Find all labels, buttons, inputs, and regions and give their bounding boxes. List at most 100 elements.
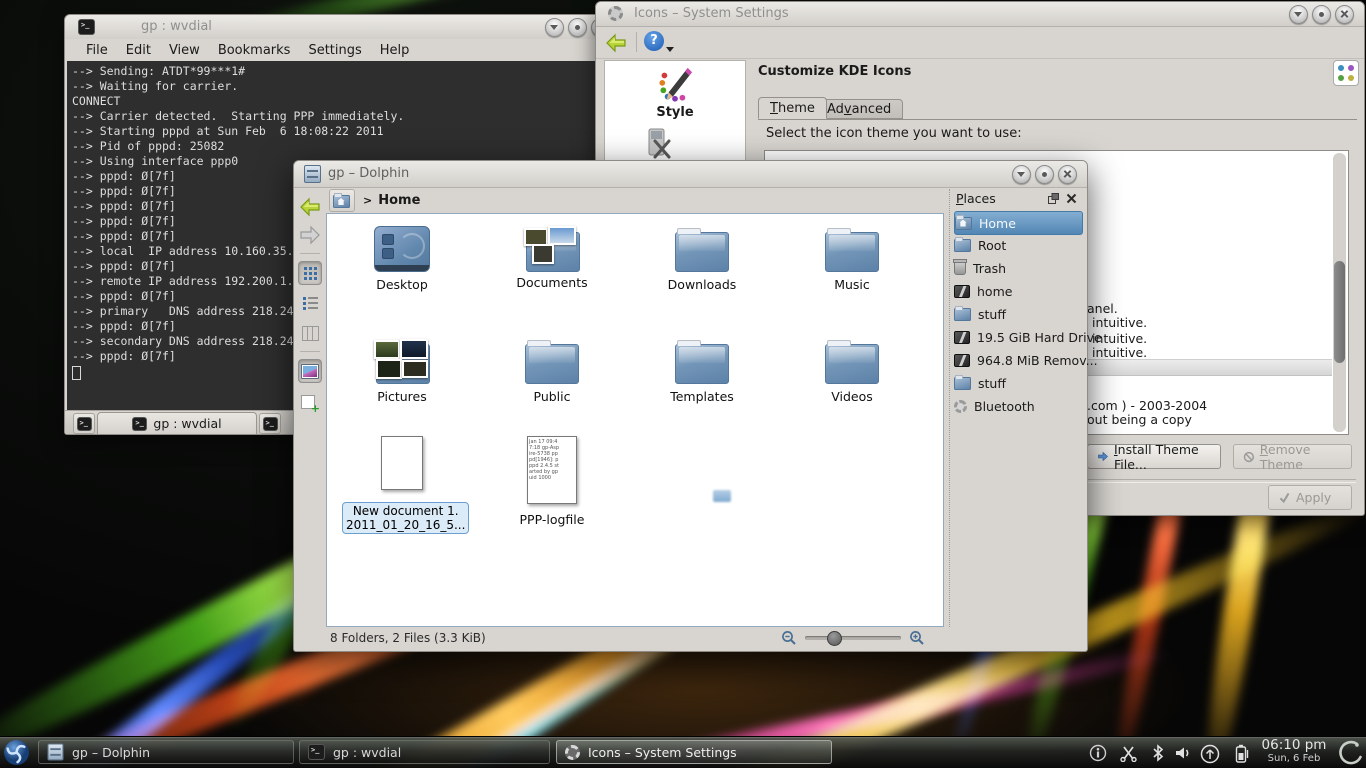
menu-bookmarks[interactable]: Bookmarks — [209, 43, 300, 58]
terminal-icon — [77, 417, 92, 431]
clipboard-scissors-tray-icon[interactable] — [1119, 744, 1137, 762]
minimize-button[interactable] — [545, 18, 564, 37]
columns-view-icon — [302, 326, 319, 341]
maximize-button[interactable] — [1312, 5, 1331, 24]
tab-theme[interactable]: Theme — [758, 97, 827, 119]
clock-date: Sun, 6 Feb — [1256, 753, 1332, 764]
sidebar-item-style[interactable]: Style — [605, 105, 745, 120]
install-arrow-icon — [1097, 449, 1109, 464]
places-item-stuff2[interactable]: stuff — [954, 372, 1083, 394]
task-dolphin[interactable]: gp – Dolphin — [38, 740, 294, 764]
terminal-titlebar[interactable]: gp : wvdial — [65, 15, 620, 40]
toolbar-separator — [300, 253, 320, 254]
dolphin-titlebar[interactable]: gp – Dolphin — [294, 161, 1087, 188]
zoom-in-icon[interactable] — [909, 630, 925, 646]
notifications-tray-icon[interactable] — [1089, 744, 1107, 762]
menu-edit[interactable]: Edit — [117, 43, 160, 58]
file-item-desktop[interactable]: Desktop — [342, 226, 462, 292]
close-button[interactable] — [1335, 5, 1354, 24]
dolphin-window: gp – Dolphin > Home — [293, 160, 1088, 652]
app-launcher-icon[interactable] — [3, 739, 30, 766]
back-arrow-icon[interactable] — [298, 195, 322, 219]
file-label: PPP-logfile — [492, 512, 612, 527]
file-item-music[interactable]: Music — [792, 226, 912, 292]
zoom-out-icon[interactable] — [781, 630, 797, 646]
menu-help[interactable]: Help — [371, 43, 419, 58]
device-notifier-tray-icon[interactable] — [1199, 744, 1221, 764]
remove-theme-button[interactable]: Remove Theme — [1233, 444, 1352, 469]
bluetooth-tray-icon[interactable] — [1150, 744, 1166, 762]
file-item-new-document[interactable]: New document 1.2011_01_20_16_5... — [342, 436, 462, 534]
clock[interactable]: 06:10 pm Sun, 6 Feb — [1256, 738, 1332, 764]
task-system-settings[interactable]: Icons – System Settings — [556, 740, 832, 764]
application-appearance-icon[interactable] — [645, 127, 675, 163]
scrollbar[interactable] — [1333, 153, 1346, 432]
file-item-downloads[interactable]: Downloads — [642, 226, 762, 292]
plasma-cashew-icon[interactable] — [1337, 740, 1363, 766]
volume-tray-icon[interactable] — [1174, 744, 1192, 762]
folder-icon — [825, 344, 879, 384]
menu-settings[interactable]: Settings — [299, 43, 370, 58]
task-wvdial[interactable]: gp : wvdial — [299, 740, 550, 764]
folder-view[interactable]: Desktop Documents Downloads Music — [326, 213, 944, 627]
file-item-templates[interactable]: Templates — [642, 338, 762, 404]
dolphin-statusbar: 8 Folders, 2 Files (3.3 KiB) — [296, 627, 1085, 649]
icons-view-button[interactable] — [298, 261, 322, 285]
file-item-documents[interactable]: Documents — [492, 226, 612, 290]
file-item-ppp-logfile[interactable]: Jan 17 09:4 7:18 gp-Asp ire-5738 pp pd[1… — [492, 436, 612, 527]
terminal-icon — [308, 744, 325, 760]
scrollbar-thumb[interactable] — [1334, 261, 1345, 363]
maximize-button[interactable] — [1035, 165, 1054, 184]
breadcrumb-home-button[interactable] — [329, 189, 355, 212]
zoom-slider-handle[interactable] — [827, 631, 842, 646]
columns-view-button[interactable] — [298, 321, 322, 345]
folder-icon — [954, 377, 971, 390]
minimize-button[interactable] — [1012, 165, 1031, 184]
places-item-root[interactable]: Root — [954, 234, 1083, 256]
terminal-tab[interactable]: gp : wvdial — [97, 412, 257, 434]
places-panel-title: Places — [956, 191, 996, 206]
menu-file[interactable]: File — [77, 43, 117, 58]
tab-list-button[interactable] — [259, 413, 281, 434]
theme-list-text-fragment: intuitive. — [1092, 345, 1147, 360]
hard-drive-icon — [954, 285, 970, 298]
back-arrow-icon[interactable] — [604, 31, 628, 55]
battery-tray-icon[interactable] — [1233, 744, 1249, 764]
close-button[interactable] — [1058, 165, 1077, 184]
places-item-bluetooth[interactable]: Bluetooth — [954, 395, 1083, 417]
settings-titlebar[interactable]: Icons – System Settings — [596, 2, 1364, 27]
details-view-icon — [303, 297, 306, 300]
zoom-slider[interactable] — [805, 636, 901, 640]
tab-advanced[interactable]: Advanced — [815, 99, 903, 119]
terminal-window-icon — [78, 19, 95, 35]
minimize-button[interactable] — [1289, 5, 1308, 24]
preview-icon — [301, 364, 319, 379]
places-item-stuff[interactable]: stuff — [954, 303, 1083, 325]
close-panel-icon[interactable] — [1066, 193, 1077, 204]
preview-button[interactable] — [298, 359, 322, 383]
places-item-home[interactable]: Home — [954, 211, 1083, 235]
split-view-button[interactable] — [298, 391, 322, 415]
places-item-hard-drive[interactable]: 19.5 GiB Hard Drive — [954, 326, 1083, 348]
apply-button[interactable]: Apply — [1268, 485, 1352, 510]
file-item-videos[interactable]: Videos — [792, 338, 912, 404]
menu-view[interactable]: View — [160, 43, 209, 58]
terminal-line: --> Pid of pppd: 25082 — [72, 139, 618, 154]
maximize-button[interactable] — [568, 18, 587, 37]
new-tab-button[interactable] — [73, 413, 95, 434]
help-icon[interactable]: ? — [644, 31, 664, 51]
places-item-home-partition[interactable]: home — [954, 280, 1083, 302]
places-item-trash[interactable]: Trash — [954, 257, 1083, 279]
float-panel-icon[interactable] — [1048, 193, 1059, 204]
file-item-pictures[interactable]: Pictures — [342, 338, 462, 404]
terminal-icon — [132, 417, 147, 431]
chevron-down-icon[interactable] — [666, 47, 674, 52]
install-theme-file-button[interactable]: Install Theme File... — [1087, 444, 1221, 469]
details-view-button[interactable] — [298, 291, 322, 315]
terminal-line: CONNECT — [72, 94, 618, 109]
forward-arrow-icon[interactable] — [298, 223, 322, 247]
settings-toolbar: ? — [596, 27, 1364, 59]
breadcrumb-home[interactable]: Home — [378, 193, 420, 208]
places-item-removable[interactable]: 964.8 MiB Remov... — [954, 349, 1083, 371]
file-item-public[interactable]: Public — [492, 338, 612, 404]
